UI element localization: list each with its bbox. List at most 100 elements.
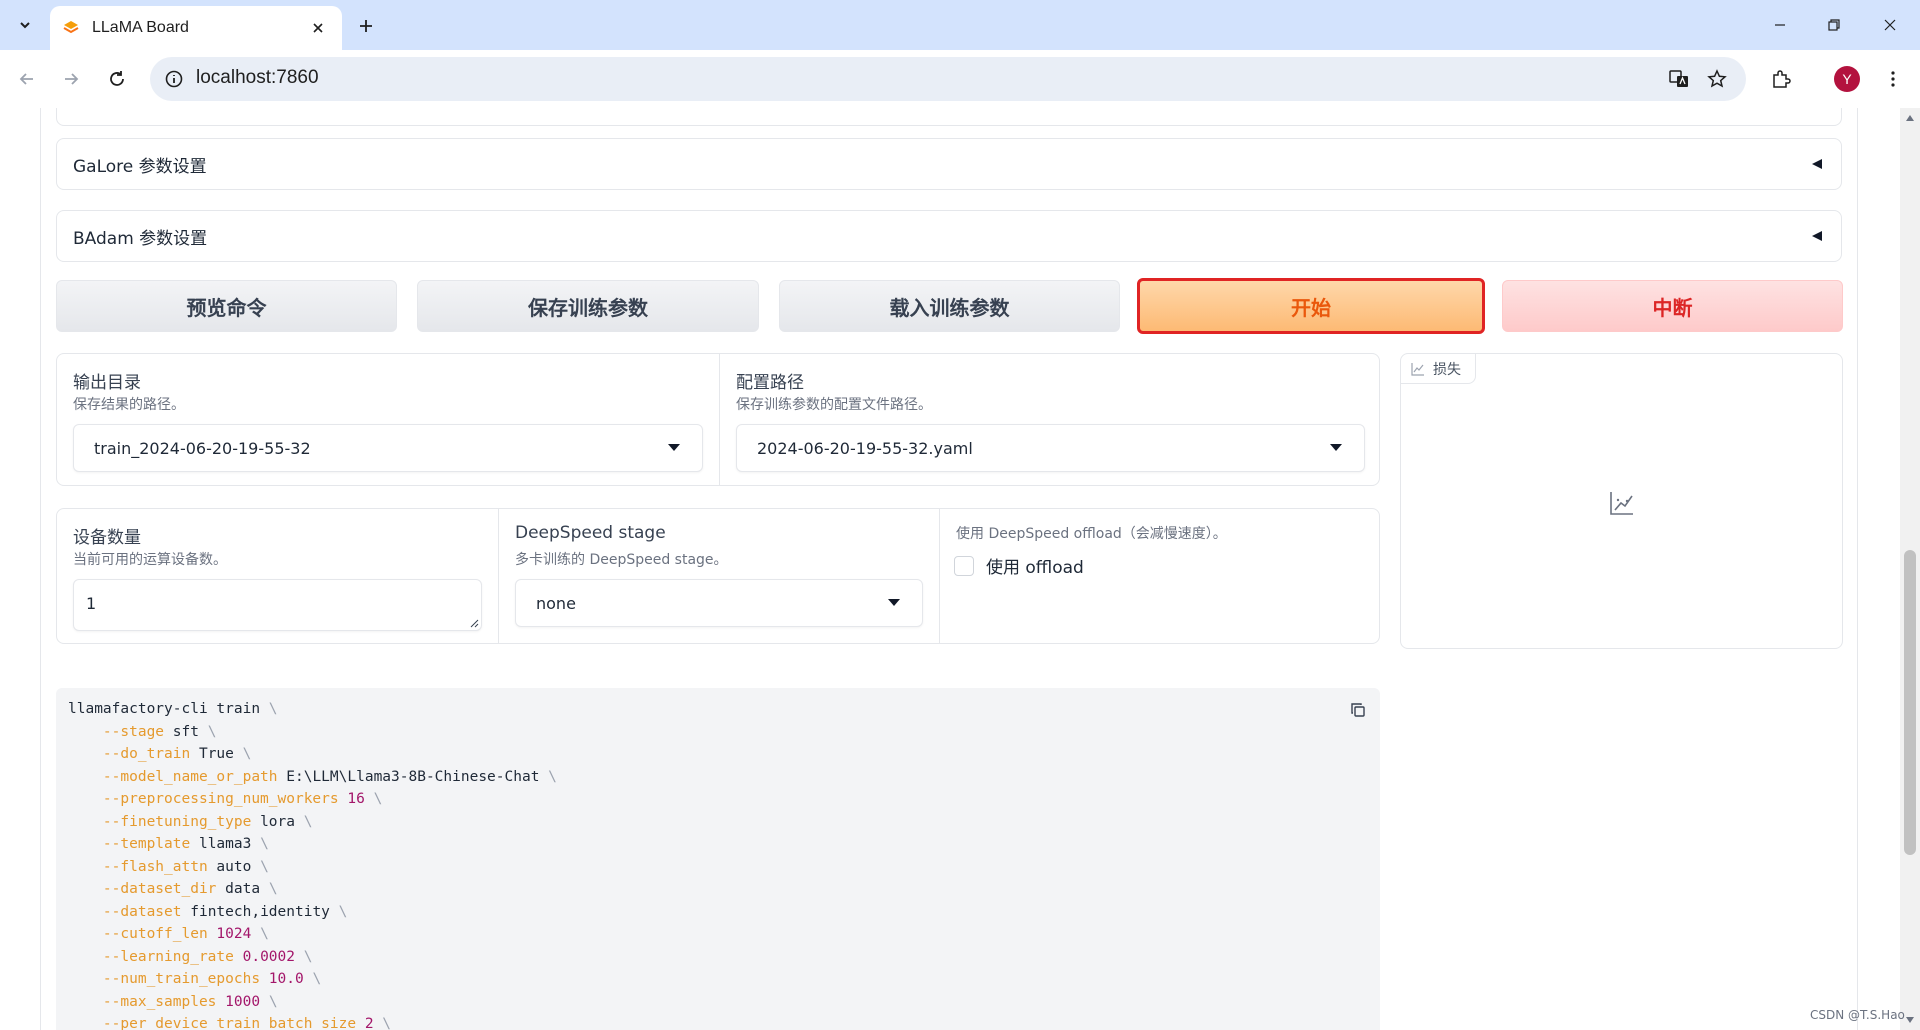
command-value: 0.0002: [242, 948, 295, 965]
resize-grip-icon[interactable]: [469, 618, 479, 628]
device-count-label: 设备数量: [73, 528, 141, 548]
command-preview-code: llamafactory-cli train \ --stage sft \ -…: [56, 688, 1380, 1030]
plot-icon: [1411, 362, 1425, 376]
command-arg-line: --do_train True \: [102, 746, 252, 762]
ds-offload-checkbox-label[interactable]: 使用 offload: [986, 553, 1084, 578]
galore-settings-accordion[interactable]: GaLore 参数设置: [56, 138, 1842, 190]
output-dir-field: 输出目录 保存结果的路径。 train_2024-06-20-19-55-32: [57, 354, 719, 485]
command-flag: --dataset_dir: [102, 881, 217, 897]
command-flag: --dataset: [102, 903, 182, 920]
more-vertical-icon: [1891, 71, 1895, 87]
new-tab-button[interactable]: [352, 12, 380, 40]
collapse-arrow-icon[interactable]: [1809, 228, 1825, 244]
collapse-arrow-icon[interactable]: [1809, 156, 1825, 172]
command-flag: --learning_rate: [102, 948, 234, 965]
command-flag: --stage: [102, 723, 165, 740]
restore-button[interactable]: [1806, 0, 1862, 50]
command-value: 1024: [216, 926, 252, 942]
dropdown-caret-icon[interactable]: [886, 595, 902, 611]
dropdown-caret-icon[interactable]: [1328, 440, 1344, 456]
command-arg-line: --cutoff_len 1024 \: [102, 926, 269, 942]
restore-icon: [1828, 19, 1840, 31]
puzzle-icon: [1773, 70, 1791, 88]
command-arg-line: --preprocessing_num_workers 16 \: [102, 791, 383, 807]
profile-avatar[interactable]: Y: [1834, 66, 1860, 92]
ds-stage-value[interactable]: none: [536, 594, 886, 613]
previous-accordion-edge: [56, 108, 1842, 126]
start-button[interactable]: 开始: [1137, 278, 1485, 334]
command-value: sft: [172, 723, 199, 740]
scroll-up-arrow-icon[interactable]: [1900, 108, 1920, 128]
device-count-field: 设备数量 当前可用的运算设备数。 1: [57, 509, 498, 643]
page-scrollbar[interactable]: [1900, 108, 1920, 1030]
config-path-dropdown[interactable]: 2024-06-20-19-55-32.yaml: [736, 424, 1365, 472]
page-border-left: [40, 108, 41, 1030]
load-args-button[interactable]: 载入训练参数: [779, 280, 1120, 332]
command-arg-line: --stage sft \: [102, 723, 217, 740]
plus-icon: [360, 20, 372, 32]
forward-button[interactable]: [56, 64, 86, 94]
tab-search-button[interactable]: [10, 10, 40, 40]
back-button[interactable]: [12, 64, 42, 94]
tab-close-icon[interactable]: [306, 16, 330, 40]
url-text[interactable]: localhost:7860: [196, 67, 319, 89]
tab-title: LLaMA Board: [92, 19, 189, 36]
copy-icon[interactable]: [1348, 700, 1368, 720]
preview-command-button[interactable]: 预览命令: [56, 280, 397, 332]
bookmark-star-icon[interactable]: [1704, 66, 1730, 92]
output-dir-info: 保存结果的路径。: [73, 397, 185, 413]
badam-settings-accordion[interactable]: BAdam 参数设置: [56, 210, 1842, 262]
scrollbar-thumb[interactable]: [1904, 550, 1916, 855]
reload-button[interactable]: [102, 64, 132, 94]
command-arg-line: --model_name_or_path E:\LLM\Llama3-8B-Ch…: [102, 768, 557, 785]
command-flag: --cutoff_len: [102, 926, 208, 942]
output-dir-value[interactable]: train_2024-06-20-19-55-32: [94, 439, 666, 458]
command-flag: --preprocessing_num_workers: [102, 791, 339, 807]
command-arg-line: --flash_attn auto \: [102, 858, 269, 875]
ds-stage-label: DeepSpeed stage: [515, 523, 666, 543]
command-lines: llamafactory-cli train \ --stage sft \ -…: [68, 698, 557, 1030]
tab-strip: LLaMA Board: [0, 0, 1920, 50]
command-value: 16: [347, 791, 365, 807]
save-args-button[interactable]: 保存训练参数: [417, 280, 759, 332]
device-count-input[interactable]: 1: [73, 579, 482, 631]
command-flag: --max_samples: [102, 993, 217, 1010]
close-window-button[interactable]: [1862, 0, 1918, 50]
ds-stage-dropdown[interactable]: none: [515, 579, 923, 627]
command-flag: --per_device_train_batch_size: [102, 1016, 357, 1030]
command-value: auto: [216, 858, 252, 875]
config-path-value[interactable]: 2024-06-20-19-55-32.yaml: [757, 439, 1328, 458]
command-value: E:\LLM\Llama3-8B-Chinese-Chat: [286, 768, 540, 785]
command-flag: --model_name_or_path: [102, 768, 278, 785]
extensions-button[interactable]: [1766, 64, 1796, 94]
translate-icon[interactable]: [1666, 66, 1692, 92]
browser-tab-active[interactable]: LLaMA Board: [50, 6, 342, 50]
device-count-info: 当前可用的运算设备数。: [73, 552, 227, 568]
ds-offload-checkbox-row[interactable]: 使用 offload: [954, 553, 1084, 578]
command-arg-line: --finetuning_type lora \: [102, 813, 313, 830]
output-settings-row: 输出目录 保存结果的路径。 train_2024-06-20-19-55-32 …: [56, 353, 1380, 486]
close-icon: [1884, 19, 1896, 31]
device-settings-row: 设备数量 当前可用的运算设备数。 1 DeepSpeed stage 多卡训练的…: [56, 508, 1380, 644]
address-bar[interactable]: localhost:7860: [150, 57, 1746, 101]
command-value: fintech,identity: [190, 903, 330, 920]
browser-menu-button[interactable]: [1878, 64, 1908, 94]
minimize-button[interactable]: [1752, 0, 1808, 50]
site-info-icon[interactable]: [162, 67, 186, 91]
command-executable: llamafactory-cli train: [68, 701, 261, 717]
command-flag: --flash_attn: [102, 858, 208, 875]
command-arg-line: --template llama3 \: [102, 836, 269, 852]
page-viewport: GaLore 参数设置 BAdam 参数设置 预览命令 保存训练参数 载入训练参…: [0, 108, 1900, 1030]
command-value: llama3: [198, 836, 252, 852]
command-value: lora: [260, 813, 295, 830]
loss-plot-label: 损失: [1401, 354, 1476, 384]
ds-offload-checkbox[interactable]: [954, 555, 974, 576]
abort-button[interactable]: 中断: [1502, 280, 1843, 332]
output-dir-dropdown[interactable]: train_2024-06-20-19-55-32: [73, 424, 703, 472]
device-count-value[interactable]: 1: [86, 594, 96, 613]
config-path-info: 保存训练参数的配置文件路径。: [736, 397, 932, 413]
command-value: 2: [364, 1016, 374, 1030]
config-path-label: 配置路径: [736, 373, 804, 393]
dropdown-caret-icon[interactable]: [666, 440, 682, 456]
command-value: data: [225, 881, 261, 897]
